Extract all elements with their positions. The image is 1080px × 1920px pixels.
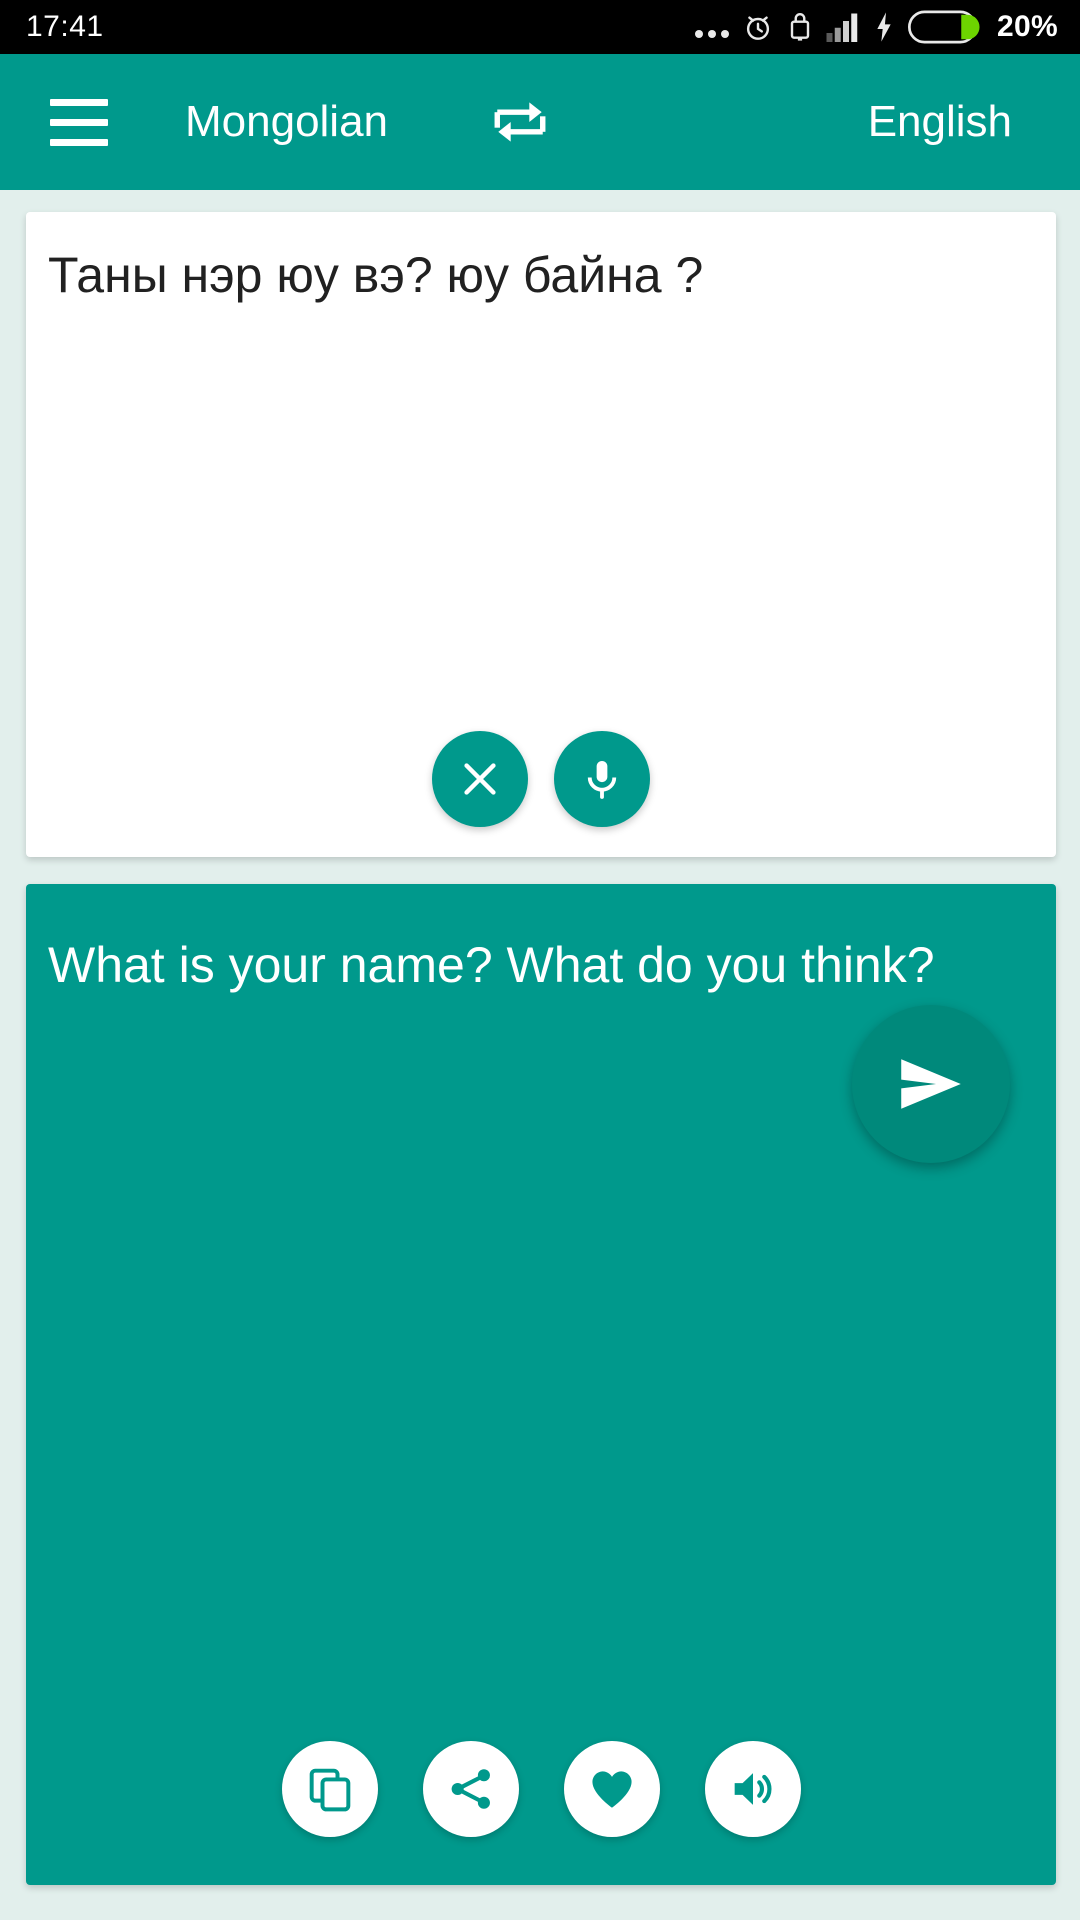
speaker-icon <box>734 1773 772 1805</box>
translator-app-screen: 17:41 20% Mongolian English Таны нэр юу … <box>0 0 1080 1920</box>
copy-icon <box>309 1768 350 1812</box>
status-bar-clock: 17:41 <box>26 10 104 43</box>
microphone-button[interactable] <box>554 731 650 827</box>
close-x-icon <box>464 763 496 795</box>
source-text-card[interactable]: Таны нэр юу вэ? юу байна ? <box>26 212 1056 857</box>
status-bar-icons: 20% <box>695 10 1058 44</box>
microphone-icon <box>587 760 617 799</box>
translation-card-actions <box>26 1741 1056 1837</box>
screen-lock-icon <box>790 13 810 41</box>
target-language-button[interactable]: English <box>868 97 1012 147</box>
status-bar: 17:41 20% <box>0 0 1080 54</box>
app-bar: Mongolian English <box>0 54 1080 190</box>
ellipsis-icon <box>695 12 730 42</box>
share-icon <box>451 1769 490 1809</box>
battery-percent-label: 20% <box>997 10 1058 43</box>
send-icon <box>901 1059 961 1109</box>
translated-text: What is your name? What do you think? <box>48 937 935 993</box>
source-language-button[interactable]: Mongolian <box>185 97 388 147</box>
favorite-button[interactable] <box>563 1741 660 1837</box>
heart-icon <box>591 1771 632 1808</box>
charging-bolt-icon <box>877 12 891 42</box>
signal-bars-icon <box>826 13 858 42</box>
swap-languages-icon <box>494 102 546 142</box>
source-card-actions <box>26 731 1056 827</box>
alarm-clock-icon <box>746 16 770 40</box>
share-button[interactable] <box>422 1741 519 1837</box>
battery-icon <box>908 10 980 44</box>
speak-button[interactable] <box>704 1741 801 1837</box>
swap-languages-button[interactable] <box>485 87 555 157</box>
source-text-input[interactable]: Таны нэр юу вэ? юу байна ? <box>48 244 1034 307</box>
copy-button[interactable] <box>281 1741 378 1837</box>
clear-button[interactable] <box>432 731 528 827</box>
send-translate-button[interactable] <box>852 1005 1010 1163</box>
hamburger-menu-icon[interactable] <box>50 98 110 146</box>
